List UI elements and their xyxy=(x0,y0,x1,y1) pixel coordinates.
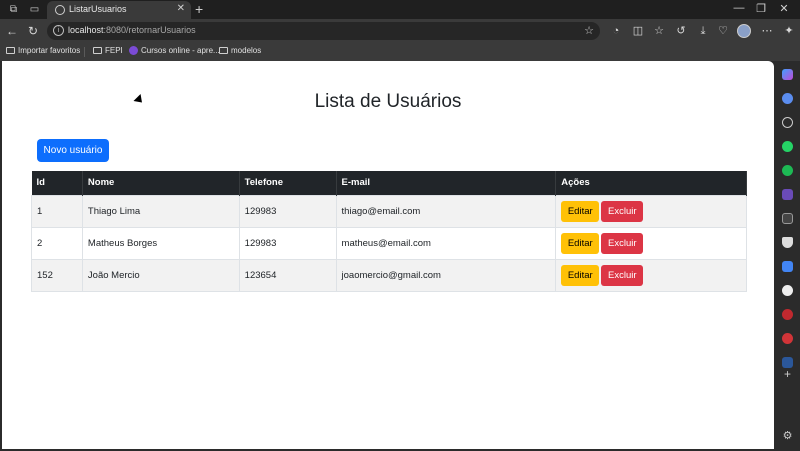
site-icon xyxy=(129,46,138,55)
cell-telefone: 123654 xyxy=(238,258,337,292)
cell-nome: João Mercio xyxy=(81,258,240,292)
workspaces-icon[interactable]: ⧉ xyxy=(7,3,20,16)
cell-acoes: Editar Excluir xyxy=(555,226,747,260)
address-bar[interactable]: i localhost:8080/retornarUsuarios ☆ xyxy=(47,22,600,40)
settings-icon[interactable]: ⚙ xyxy=(782,431,793,442)
header-telefone: Telefone xyxy=(239,171,337,195)
tab-actions-icon[interactable]: ▭ xyxy=(28,3,41,16)
app-icon[interactable] xyxy=(782,333,793,344)
telegram-icon[interactable] xyxy=(782,93,793,104)
tab-bar: ⧉ ▭ ListarUsuarios ✕ + — ❐ ✕ xyxy=(0,0,800,19)
folder-icon xyxy=(93,47,102,54)
google-icon[interactable] xyxy=(782,261,793,272)
bookmark-fepi[interactable]: FEPI xyxy=(93,46,123,55)
app-icon[interactable] xyxy=(782,309,793,320)
edit-button[interactable]: Editar xyxy=(561,200,600,222)
restore-icon[interactable]: ❐ xyxy=(754,2,768,15)
header-id: Id xyxy=(31,171,83,195)
folder-icon xyxy=(219,47,228,54)
app-icon[interactable] xyxy=(782,213,793,224)
window-close-icon[interactable]: ✕ xyxy=(777,2,791,15)
extension-icon[interactable]: ◔ xyxy=(609,24,623,38)
search-icon[interactable] xyxy=(782,117,793,128)
copilot-icon[interactable] xyxy=(782,69,793,80)
globe-icon xyxy=(55,5,65,15)
performance-icon[interactable]: ♡ xyxy=(716,24,730,38)
delete-button[interactable]: Excluir xyxy=(601,264,644,286)
import-icon xyxy=(6,47,15,54)
new-user-button[interactable]: Novo usuário xyxy=(37,139,109,162)
spotify-icon[interactable] xyxy=(782,165,793,176)
cell-telefone: 129983 xyxy=(238,194,337,228)
profile-avatar[interactable] xyxy=(737,24,751,38)
edit-button[interactable]: Editar xyxy=(561,264,600,286)
table-row: 2 Matheus Borges 129983 matheus@email.co… xyxy=(31,226,747,260)
bookmark-divider xyxy=(84,47,85,57)
cell-email: thiago@email.com xyxy=(335,194,557,228)
table-header-row: Id Nome Telefone E-mail Ações xyxy=(31,171,747,195)
bookmarks-bar: Importar favoritos FEPI Cursos online - … xyxy=(0,43,800,61)
table-row: 152 João Mercio 123654 joaomercio@gmail.… xyxy=(31,258,747,292)
delete-button[interactable]: Excluir xyxy=(601,200,644,222)
shield-icon[interactable] xyxy=(782,237,793,248)
favorite-star-icon[interactable]: ☆ xyxy=(584,24,594,37)
cell-telefone: 129983 xyxy=(238,226,337,260)
favorites-icon[interactable]: ☆ xyxy=(652,24,666,38)
edge-sidebar: + ⚙ xyxy=(775,61,800,451)
users-table: Id Nome Telefone E-mail Ações 1 Thiago L… xyxy=(31,171,747,292)
site-info-icon[interactable]: i xyxy=(53,25,64,36)
address-row: ← ↻ i localhost:8080/retornarUsuarios ☆ … xyxy=(0,19,800,43)
back-icon[interactable]: ← xyxy=(5,24,19,38)
new-tab-icon[interactable]: + xyxy=(195,1,203,17)
edit-button[interactable]: Editar xyxy=(561,232,600,254)
table-row: 1 Thiago Lima 129983 thiago@email.com Ed… xyxy=(31,194,747,228)
more-menu-icon[interactable]: ⋯ xyxy=(760,24,774,38)
downloads-icon[interactable]: ⤓ xyxy=(696,24,710,38)
refresh-icon[interactable]: ↻ xyxy=(26,24,40,38)
bookmark-cursos[interactable]: Cursos online - apre... xyxy=(129,46,220,55)
page-content: Lista de Usuários Novo usuário Id Nome T… xyxy=(2,61,774,449)
delete-button[interactable]: Excluir xyxy=(601,232,644,254)
cell-nome: Thiago Lima xyxy=(81,194,240,228)
app-icon[interactable] xyxy=(782,189,793,200)
cell-id: 1 xyxy=(31,194,83,228)
split-screen-icon[interactable]: ◫ xyxy=(631,24,645,38)
copilot-icon[interactable]: ✦ xyxy=(782,24,796,38)
cell-nome: Matheus Borges xyxy=(81,226,240,260)
header-email: E-mail xyxy=(336,171,557,195)
tab-listar-usuarios[interactable]: ListarUsuarios ✕ xyxy=(47,1,191,19)
tab-title: ListarUsuarios xyxy=(69,4,127,14)
bookmark-import[interactable]: Importar favoritos xyxy=(6,46,80,55)
cell-email: joaomercio@gmail.com xyxy=(335,258,557,292)
close-tab-icon[interactable]: ✕ xyxy=(177,3,185,14)
header-acoes: Ações xyxy=(555,171,747,195)
minimize-icon[interactable]: — xyxy=(732,2,746,14)
cell-email: matheus@email.com xyxy=(335,226,557,260)
url-text: localhost:8080/retornarUsuarios xyxy=(68,25,196,35)
add-icon[interactable]: + xyxy=(782,368,793,380)
github-icon[interactable] xyxy=(782,285,793,296)
cell-id: 152 xyxy=(31,258,83,292)
cell-acoes: Editar Excluir xyxy=(555,258,747,292)
page-title: Lista de Usuários xyxy=(314,91,462,112)
header-nome: Nome xyxy=(82,171,240,195)
cell-id: 2 xyxy=(31,226,83,260)
cell-acoes: Editar Excluir xyxy=(555,194,747,228)
bookmark-modelos[interactable]: modelos xyxy=(219,46,261,55)
whatsapp-icon[interactable] xyxy=(782,141,793,152)
history-icon[interactable]: ↺ xyxy=(674,24,688,38)
